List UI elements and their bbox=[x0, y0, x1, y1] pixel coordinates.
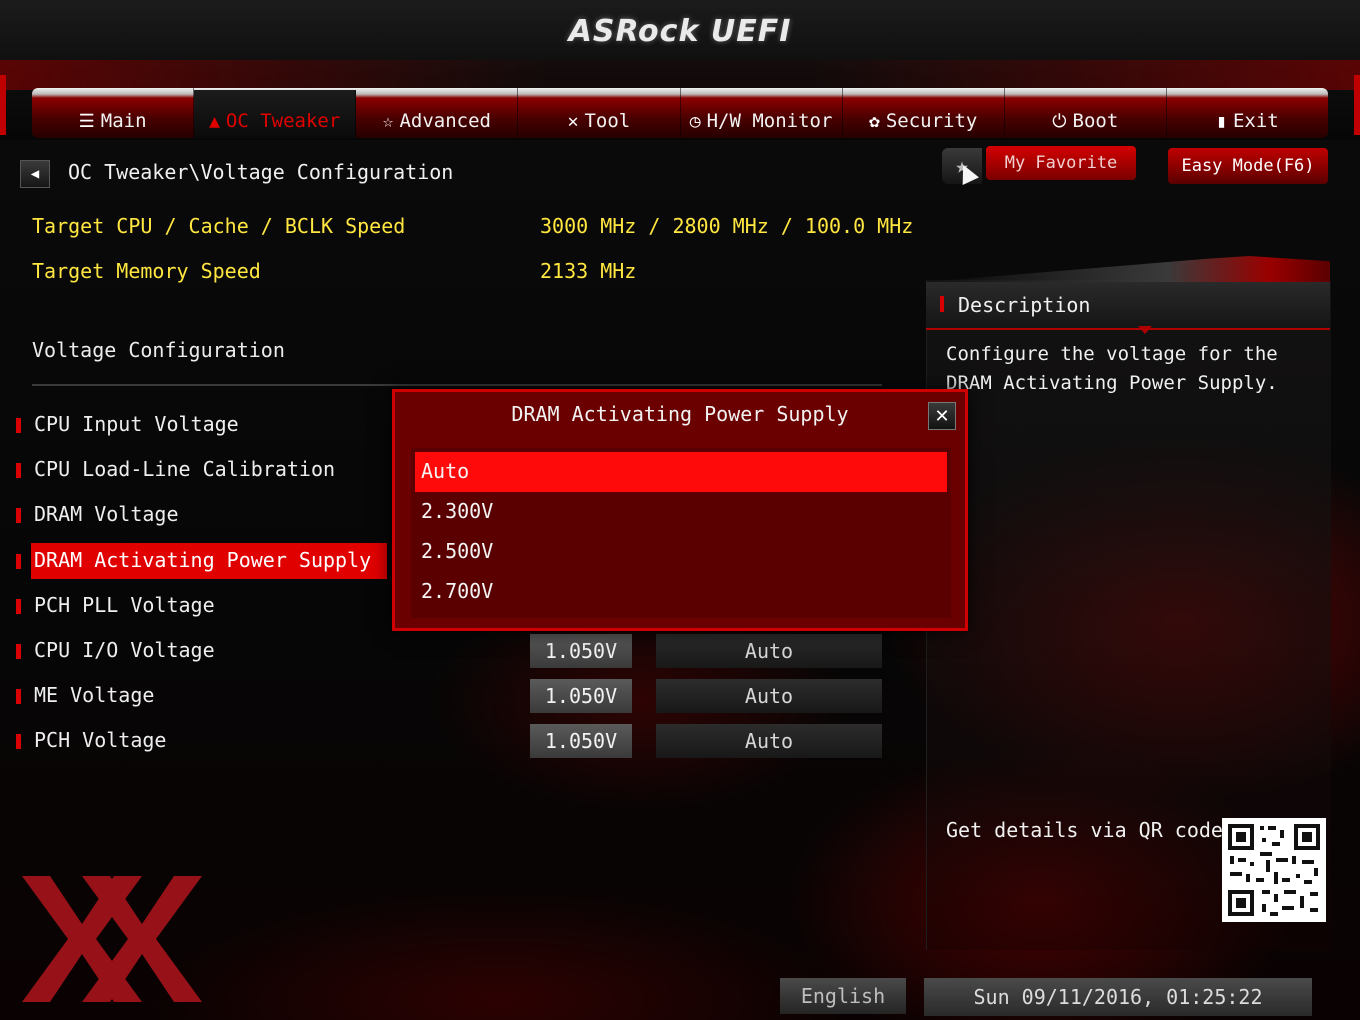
tab-bar: ☰ Main ▲ OC Tweaker ☆ Advanced ✕ Tool ◷ H/W M… bbox=[32, 88, 1328, 138]
option-2300v[interactable]: 2.300V bbox=[415, 492, 947, 532]
star-wand-icon: ☆ bbox=[382, 111, 394, 132]
qr-code-graphic bbox=[1222, 818, 1326, 922]
item-marker bbox=[16, 599, 21, 614]
menu-item-label: CPU Load-Line Calibration bbox=[34, 457, 336, 481]
pch-voltage-value[interactable]: 1.050V bbox=[530, 724, 632, 758]
tab-label: Boot bbox=[1072, 110, 1119, 132]
menu-item-label: DRAM Voltage bbox=[34, 502, 179, 526]
option-auto[interactable]: Auto bbox=[415, 452, 947, 492]
tab-label: Security bbox=[885, 110, 978, 132]
menu-item-me-voltage[interactable]: ME Voltage bbox=[0, 678, 390, 714]
target-memory-value: 2133 MHz bbox=[540, 259, 637, 283]
option-2700v[interactable]: 2.700V bbox=[415, 572, 947, 612]
menu-item-label: DRAM Activating Power Supply bbox=[34, 548, 372, 572]
date-time-display: Sun 09/11/2016, 01:25:22 bbox=[924, 978, 1312, 1016]
my-favorite-button[interactable]: My Favorite bbox=[986, 146, 1136, 180]
menu-item-pch-voltage[interactable]: PCH Voltage bbox=[0, 723, 390, 759]
tab-label: Tool bbox=[584, 110, 631, 132]
menu-item-dram-voltage[interactable]: DRAM Voltage bbox=[0, 497, 390, 533]
description-notch bbox=[1138, 326, 1152, 334]
option-list: Auto 2.300V 2.500V 2.700V bbox=[411, 448, 951, 618]
header-bar: ASRock UEFI ☰ Main ▲ OC Tweaker ☆ Advanced … bbox=[0, 0, 1360, 140]
xx-watermark-logo bbox=[22, 876, 202, 1002]
item-marker bbox=[16, 554, 21, 569]
tab-boot[interactable]: ⏻ Boot bbox=[1005, 88, 1167, 138]
menu-item-cpu-load-line-calibration[interactable]: CPU Load-Line Calibration bbox=[0, 452, 390, 488]
menu-item-label: PCH Voltage bbox=[34, 728, 167, 752]
menu-item-label: PCH PLL Voltage bbox=[34, 593, 215, 617]
tab-hw-monitor[interactable]: ◷ H/W Monitor bbox=[681, 88, 843, 138]
header-red-sweep bbox=[0, 60, 1360, 90]
edge-accent-right bbox=[1354, 75, 1360, 135]
power-icon: ⏻ bbox=[1052, 111, 1067, 132]
back-arrow-icon: ◀ bbox=[30, 166, 40, 182]
menu-item-dram-activating-power-supply[interactable]: DRAM Activating Power Supply bbox=[0, 543, 390, 579]
option-label: 2.300V bbox=[421, 499, 494, 523]
item-marker bbox=[16, 418, 21, 433]
item-marker bbox=[16, 644, 21, 659]
language-button[interactable]: English bbox=[780, 978, 906, 1014]
menu-item-label: CPU I/O Voltage bbox=[34, 638, 215, 662]
cpu-io-voltage-mode[interactable]: Auto bbox=[656, 634, 882, 668]
menu-item-cpu-input-voltage[interactable]: CPU Input Voltage bbox=[0, 407, 390, 443]
flame-icon: ▲ bbox=[209, 111, 220, 132]
tab-label: Main bbox=[100, 110, 147, 132]
list-icon: ☰ bbox=[78, 111, 95, 132]
tab-main[interactable]: ☰ Main bbox=[32, 88, 195, 138]
tab-exit[interactable]: ▮ Exit bbox=[1167, 88, 1328, 138]
cpu-io-voltage-value[interactable]: 1.050V bbox=[530, 634, 632, 668]
exit-icon: ▮ bbox=[1216, 111, 1227, 132]
tab-label: Exit bbox=[1232, 110, 1279, 132]
option-label: Auto bbox=[421, 459, 470, 483]
tab-tool[interactable]: ✕ Tool bbox=[518, 88, 681, 138]
tab-oc-tweaker[interactable]: ▲ OC Tweaker bbox=[194, 90, 357, 138]
option-2500v[interactable]: 2.500V bbox=[415, 532, 947, 572]
target-memory-label: Target Memory Speed bbox=[32, 259, 261, 283]
tab-label: Advanced bbox=[399, 110, 491, 132]
monitor-icon: ◷ bbox=[689, 111, 701, 132]
item-marker bbox=[16, 463, 21, 478]
option-label: 2.500V bbox=[421, 539, 494, 563]
easy-mode-button[interactable]: Easy Mode(F6) bbox=[1168, 148, 1328, 184]
description-header: Description bbox=[926, 282, 1330, 334]
pch-voltage-mode[interactable]: Auto bbox=[656, 724, 882, 758]
tools-icon: ✕ bbox=[567, 111, 579, 132]
tab-label: H/W Monitor bbox=[706, 110, 833, 132]
close-button[interactable]: ✕ bbox=[928, 402, 956, 430]
shield-icon: ✿ bbox=[869, 111, 880, 132]
option-label: 2.700V bbox=[421, 579, 494, 603]
me-voltage-value[interactable]: 1.050V bbox=[530, 679, 632, 713]
qr-code-image[interactable] bbox=[1222, 818, 1326, 922]
dram-power-supply-dialog: DRAM Activating Power Supply ✕ Auto 2.30… bbox=[392, 389, 968, 631]
target-cpu-label: Target CPU / Cache / BCLK Speed bbox=[32, 214, 406, 238]
back-button[interactable]: ◀ bbox=[20, 160, 50, 188]
menu-item-label: ME Voltage bbox=[34, 683, 155, 707]
section-title: Voltage Configuration bbox=[32, 338, 285, 362]
description-title: Description bbox=[958, 293, 1091, 317]
description-marker bbox=[940, 296, 944, 312]
target-cpu-value: 3000 MHz / 2800 MHz / 100.0 MHz bbox=[540, 214, 914, 238]
asrock-uefi-logo: ASRock UEFI bbox=[568, 14, 792, 49]
qr-code-label: Get details via QR code bbox=[946, 818, 1223, 842]
item-marker bbox=[16, 689, 21, 704]
tab-advanced[interactable]: ☆ Advanced bbox=[356, 88, 519, 138]
breadcrumb: OC Tweaker\Voltage Configuration bbox=[68, 160, 454, 184]
tab-security[interactable]: ✿ Security bbox=[843, 88, 1005, 138]
description-text: Configure the voltage for the DRAM Activ… bbox=[946, 343, 1278, 394]
close-icon: ✕ bbox=[934, 405, 950, 427]
menu-item-pch-pll-voltage[interactable]: PCH PLL Voltage bbox=[0, 588, 390, 624]
item-marker bbox=[16, 508, 21, 523]
edge-accent-left bbox=[0, 75, 6, 135]
tab-label: OC Tweaker bbox=[225, 110, 341, 132]
menu-item-label: CPU Input Voltage bbox=[34, 412, 239, 436]
menu-item-cpu-io-voltage[interactable]: CPU I/O Voltage bbox=[0, 633, 390, 669]
me-voltage-mode[interactable]: Auto bbox=[656, 679, 882, 713]
item-marker bbox=[16, 734, 21, 749]
section-divider bbox=[32, 384, 882, 386]
dialog-title: DRAM Activating Power Supply bbox=[511, 402, 849, 426]
